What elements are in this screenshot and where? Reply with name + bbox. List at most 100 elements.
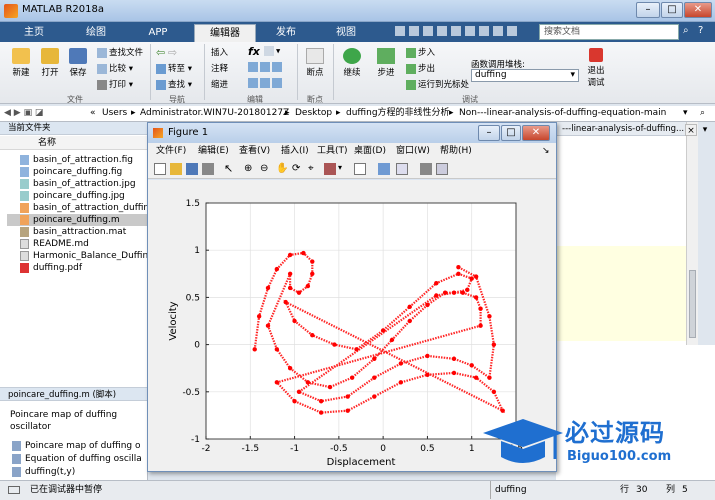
tab-plots[interactable]: 绘图 (68, 24, 124, 42)
list-item[interactable]: README.md (20, 238, 89, 250)
show-plot-tools-icon[interactable] (436, 163, 448, 175)
insert-options[interactable]: ▾ (264, 46, 280, 57)
path-segment[interactable]: Administrator.WIN7U-20180127Z (140, 106, 289, 121)
figure-close-button[interactable]: ✕ (522, 125, 550, 141)
goto-button[interactable]: 转至 ▾ (156, 62, 192, 74)
figure-titlebar[interactable]: Figure 1 – □ ✕ (148, 123, 556, 143)
print-button[interactable]: 打印 ▾ (97, 78, 133, 90)
open-icon[interactable] (170, 163, 182, 175)
tab-view[interactable]: 视图 (318, 24, 374, 42)
step-out-button[interactable]: 步出 (406, 62, 435, 74)
status-col-label: 列 (666, 485, 676, 495)
continue-button[interactable]: 继续 (340, 48, 364, 78)
list-item[interactable]: basin_of_attraction_duffing. (20, 202, 158, 214)
data-cursor-icon[interactable]: ⌖ (308, 163, 320, 175)
fx-icon[interactable]: fx (248, 45, 260, 58)
figure-minimize-button[interactable]: – (478, 125, 500, 141)
call-stack-select[interactable]: duffing ▾ (471, 69, 579, 82)
new-button[interactable]: 新建 (9, 48, 33, 78)
comment-button[interactable]: 注释 (211, 62, 228, 74)
pointer-icon[interactable]: ↖ (224, 163, 236, 175)
link-plot-icon[interactable] (354, 163, 366, 175)
brush-icon[interactable] (324, 163, 336, 175)
menu-help[interactable]: 帮助(H) (440, 143, 472, 159)
new-figure-icon[interactable] (154, 163, 166, 175)
column-header-name[interactable]: 名称 (0, 136, 148, 150)
minimize-button[interactable]: – (636, 2, 660, 18)
nav-arrows-icon[interactable]: ◀ ▶ ▣ ◪ (4, 106, 43, 121)
step-in-button[interactable]: 步入 (406, 46, 435, 58)
address-bar[interactable]: ◀ ▶ ▣ ◪ « Users ▸ Administrator.WIN7U-20… (0, 106, 715, 122)
search-docs-input[interactable]: 搜索文档 (539, 24, 679, 40)
list-item[interactable]: Equation of duffing oscilla (12, 453, 142, 465)
chevron-down-icon[interactable]: ▾ (683, 106, 688, 121)
zoom-in-icon[interactable]: ⊕ (244, 163, 256, 175)
list-item[interactable]: poincare_duffing.jpg (20, 190, 125, 202)
quit-debug-button[interactable]: 退出 调试 (585, 48, 607, 88)
list-item-selected[interactable]: poincare_duffing.m (7, 214, 148, 226)
tab-editor[interactable]: 编辑器 (194, 24, 256, 42)
chevron-down-icon[interactable]: ▾ (699, 124, 711, 136)
breakpoints-button[interactable]: 断点 (302, 48, 328, 78)
path-segment[interactable]: Users (102, 106, 127, 121)
find-file-button[interactable]: 查找文件 (97, 46, 143, 58)
save-icon[interactable] (186, 163, 198, 175)
browse-icon[interactable]: ⌕ (700, 106, 705, 121)
save-button[interactable]: 保存 (66, 48, 90, 78)
tab-publish[interactable]: 发布 (260, 24, 312, 42)
find-button[interactable]: 查找 ▾ (156, 78, 192, 90)
list-item[interactable]: poincare_duffing.fig (20, 166, 122, 178)
maximize-button[interactable]: □ (661, 2, 683, 18)
pan-icon[interactable]: ✋ (276, 163, 288, 175)
path-segment[interactable]: Non---linear-analysis-of-duffing-equatio… (459, 106, 666, 121)
menu-tools[interactable]: 工具(T) (317, 143, 348, 159)
editor-scrollbar[interactable] (686, 122, 698, 352)
zoom-out-icon[interactable]: ⊖ (260, 163, 272, 175)
tab-home[interactable]: 主页 (6, 24, 62, 42)
menu-insert[interactable]: 插入(I) (281, 143, 309, 159)
list-item[interactable]: Harmonic_Balance_Duffing. (20, 250, 157, 262)
folder-icon (41, 48, 59, 64)
insert-button[interactable]: 插入 (211, 46, 228, 58)
open-button[interactable]: 打开 (38, 48, 62, 78)
menu-edit[interactable]: 编辑(E) (198, 143, 229, 159)
list-item[interactable]: duffing(t,y) (12, 466, 75, 478)
list-item[interactable]: basin_of_attraction.jpg (20, 178, 136, 190)
list-item[interactable]: Poincare map of duffing o (12, 440, 140, 452)
close-button[interactable]: ✕ (684, 2, 712, 18)
indent-tools[interactable] (248, 78, 284, 89)
menu-view[interactable]: 查看(V) (239, 143, 270, 159)
editor-area[interactable] (556, 136, 686, 246)
list-item[interactable]: basin_attraction.mat (20, 226, 126, 238)
comment-tools[interactable] (248, 62, 284, 73)
search-icon[interactable]: ⌕ (683, 25, 689, 36)
x-tick-label: 1 (469, 444, 475, 454)
editor-close-icon[interactable]: × (685, 124, 697, 136)
dock-arrow-icon[interactable]: ↘ (542, 143, 550, 159)
editor-tab[interactable]: ---linear-analysis-of-duffing... (556, 122, 686, 136)
print-icon[interactable] (202, 163, 214, 175)
list-item[interactable]: duffing.pdf (20, 262, 82, 274)
colorbar-icon[interactable] (378, 163, 390, 175)
menu-file[interactable]: 文件(F) (156, 143, 186, 159)
chevron-down-icon[interactable]: ▾ (338, 163, 350, 175)
run-to-cursor-button[interactable]: 运行到光标处 (406, 78, 469, 90)
legend-icon[interactable] (396, 163, 408, 175)
tab-apps[interactable]: APP (130, 24, 186, 42)
menu-window[interactable]: 窗口(W) (396, 143, 430, 159)
list-item[interactable]: basin_of_attraction.fig (20, 154, 133, 166)
help-icon[interactable]: ? (698, 25, 703, 36)
hide-plot-tools-icon[interactable] (420, 163, 432, 175)
y-tick-label: 0.5 (186, 293, 200, 303)
back-forward-buttons[interactable]: ⇦ ⇨ (156, 46, 177, 59)
data-point (252, 347, 257, 352)
rotate-icon[interactable]: ⟳ (292, 163, 304, 175)
step-button[interactable]: 步进 (374, 48, 398, 78)
figure-maximize-button[interactable]: □ (501, 125, 521, 141)
path-segment[interactable]: Desktop (295, 106, 332, 121)
menu-desktop[interactable]: 桌面(D) (354, 143, 386, 159)
indent-button[interactable]: 缩进 (211, 78, 228, 90)
compare-button[interactable]: 比较 ▾ (97, 62, 133, 74)
scrollbar-thumb[interactable] (689, 270, 696, 338)
path-segment[interactable]: duffing方程的非线性分析 (346, 106, 450, 121)
